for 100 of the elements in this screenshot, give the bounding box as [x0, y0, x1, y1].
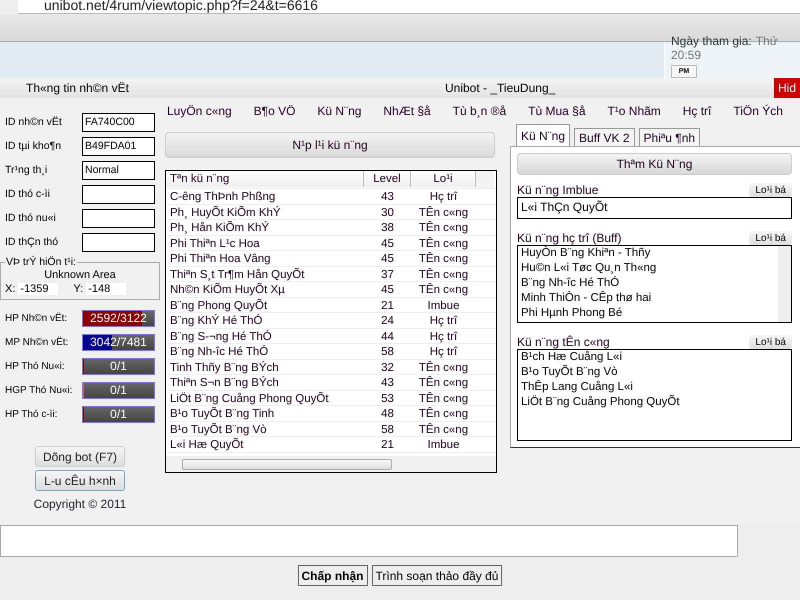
field-label: ID thÇn thó	[5, 236, 58, 248]
reload-button[interactable]: N¹p l¹i kü n¨ng	[165, 132, 495, 158]
menu-item[interactable]: NhÆt §å	[383, 104, 431, 118]
table-cell-text: 58	[380, 422, 395, 438]
menu-item[interactable]: Hç trî	[682, 104, 712, 118]
menu-item[interactable]: Kü N¨ng	[317, 104, 362, 118]
menu-item[interactable]: Tù b¸n ®å	[452, 104, 506, 118]
table-cell-text: 45	[380, 283, 395, 298]
field-label: ID tµi kho¶n	[5, 140, 62, 152]
action-button[interactable]: L-u cÊu h×nh	[35, 470, 125, 491]
column-header[interactable]: Lo¹i	[411, 171, 476, 187]
window-title: Unibot - _TieuDung_	[445, 81, 556, 95]
table-cell-text: C-êng ThÞnh Phßng	[169, 190, 276, 205]
bar-value: 3042/7481	[89, 334, 148, 350]
add-skill-button[interactable]: Thªm Kü N¨ng	[517, 153, 792, 175]
table-cell-text: TÊn c«ng	[418, 406, 470, 422]
table-cell-text: 45	[380, 252, 395, 267]
list-item[interactable]: B¹ch Hæ Cuång L«i	[521, 350, 788, 365]
table-cell-text: TÊn c«ng	[418, 422, 470, 438]
input-field[interactable]: B49FDA01	[82, 136, 155, 156]
table-cell-text: TÊn c«ng	[418, 236, 470, 252]
table-cell-text: 24	[380, 314, 395, 329]
list-item[interactable]: B¹o TuyÕt B¨ng Vò	[521, 365, 788, 380]
table-cell-text: TÊn c«ng	[418, 375, 470, 391]
area-name: Unknown Area	[43, 269, 117, 281]
remove-button[interactable]: Lo¹i bá	[749, 231, 792, 245]
table-cell-text: L«i Hæ QuyÕt	[169, 437, 244, 453]
submit-button[interactable]: Trình soạn thảo đầy đủ	[372, 565, 502, 586]
menu-item[interactable]: TiÖn Ých	[733, 104, 783, 118]
tab[interactable]: Buff VK 2	[574, 128, 635, 146]
field-label: ID thó nu«i	[5, 212, 56, 224]
table-cell-text: 30	[380, 206, 395, 220]
bar-label: HGP Thó Nu«i:	[5, 384, 72, 396]
table-cell-text: B¨ng Phong QuyÕt	[169, 298, 268, 314]
table-cell-text: 38	[380, 221, 395, 236]
list-item[interactable]: LiÖt B¨ng Cuång Phong QuyÕt	[521, 395, 788, 410]
table-cell-text: Hç trî	[428, 190, 458, 205]
table-cell-text: LiÖt B¨ng Cuång Phong QuyÕt	[169, 391, 330, 406]
joined-value: Thứ	[756, 34, 778, 48]
group-title: Kü n¨ng hç trî (Buff)	[517, 231, 622, 245]
reply-textarea[interactable]	[0, 525, 738, 557]
bar-value: 2592/3122	[89, 310, 148, 326]
table-cell-text: TÊn c«ng	[418, 391, 470, 406]
menu-item[interactable]: B¶o VÖ	[254, 104, 296, 118]
table-cell-text: Thiªn S¬n B¨ng BÝch	[169, 375, 280, 391]
input-field[interactable]: Normal	[82, 160, 155, 180]
bar-value: 0/1	[109, 382, 128, 398]
list-item[interactable]: B¨ng Nh-îc Hé ThÓ	[521, 276, 775, 291]
remove-button[interactable]: Lo¹i bá	[749, 335, 792, 349]
hide-button[interactable]: Hid	[774, 78, 800, 98]
table-cell-text: TÊn c«ng	[418, 205, 470, 220]
input-field[interactable]	[82, 208, 155, 228]
table-cell-text: Imbue	[426, 298, 460, 314]
column-header[interactable]: Tªn kü n¨ng	[166, 171, 364, 187]
list-item[interactable]: ThÊp Lang Cuång L«i	[521, 380, 788, 395]
tab[interactable]: Kü N¨ng	[516, 124, 570, 146]
input-field[interactable]	[82, 232, 155, 252]
remove-button[interactable]: Lo¹i bá	[749, 183, 792, 197]
copyright-text: Copyright © 2011	[32, 497, 128, 511]
scrollbar[interactable]	[778, 246, 791, 322]
x-label: X:	[5, 283, 16, 295]
column-header[interactable]: Level	[364, 171, 411, 187]
table-cell-text: Hç trî	[428, 314, 458, 329]
table-cell-text: Hç trî	[428, 345, 458, 360]
joined-label: Ngày tham gia:	[671, 34, 752, 48]
post-time: 20:59	[671, 48, 702, 62]
table-cell-text: 44	[380, 330, 395, 344]
list-item[interactable]: Hu©n L«i Tøc Qu¸n Th«ng	[521, 261, 775, 276]
list-item[interactable]: Phi Hµnh Phong Bé	[521, 306, 775, 321]
menu-item[interactable]: LuyÖn c«ng	[167, 104, 232, 118]
bar-label: HP Thó c-ìi:	[5, 408, 58, 420]
table-cell-text: 58	[380, 345, 395, 360]
table-cell-text: B¨ng S-¬ng Hé ThÓ	[169, 329, 273, 344]
list-item[interactable]: HuyÒn B¨ng Khiªn - Thñy	[521, 246, 775, 261]
submit-button[interactable]: Chấp nhận	[298, 565, 368, 586]
bar-value: 0/1	[109, 406, 128, 422]
table-cell-text: Imbue	[426, 438, 460, 453]
table-cell-text: B¹o TuyÕt B¨ng Tinh	[169, 406, 276, 422]
table-cell-text: 21	[380, 298, 395, 314]
table-cell-text: 37	[380, 268, 395, 282]
table-cell-text: B¨ng KhÝ Hé ThÓ	[169, 313, 264, 329]
scrollbar[interactable]	[476, 171, 494, 188]
menu-item[interactable]: Tù Mua §å	[528, 104, 586, 118]
table-cell-text: 48	[380, 407, 395, 422]
input-field[interactable]: L«i ThÇn QuyÕt	[517, 197, 792, 219]
menu-item[interactable]: T¹o Nhãm	[607, 104, 661, 118]
group-title: Kü n¨ng tÊn c«ng	[517, 335, 610, 349]
bar-value: 0/1	[109, 358, 128, 374]
table-cell-text: 43	[380, 190, 395, 205]
action-button[interactable]: Dõng bot (F7)	[35, 446, 125, 467]
input-field[interactable]: FA740C00	[82, 112, 155, 132]
group-legend: VÞ trÝ hiÖn t¹i:	[5, 256, 78, 268]
bar-label: MP Nh©n vËt:	[5, 336, 68, 348]
bar-label: HP Nh©n vËt:	[5, 312, 68, 324]
list-item[interactable]: Minh ThiÒn - CÊp thø hai	[521, 291, 775, 306]
tab[interactable]: Phiªu ¶nh	[638, 128, 700, 146]
horizontal-scrollbar[interactable]	[166, 456, 496, 472]
table-cell-text: B¹o TuyÕt B¨ng Vò	[169, 422, 268, 438]
x-value: -1359	[18, 283, 58, 295]
input-field[interactable]	[82, 184, 155, 204]
